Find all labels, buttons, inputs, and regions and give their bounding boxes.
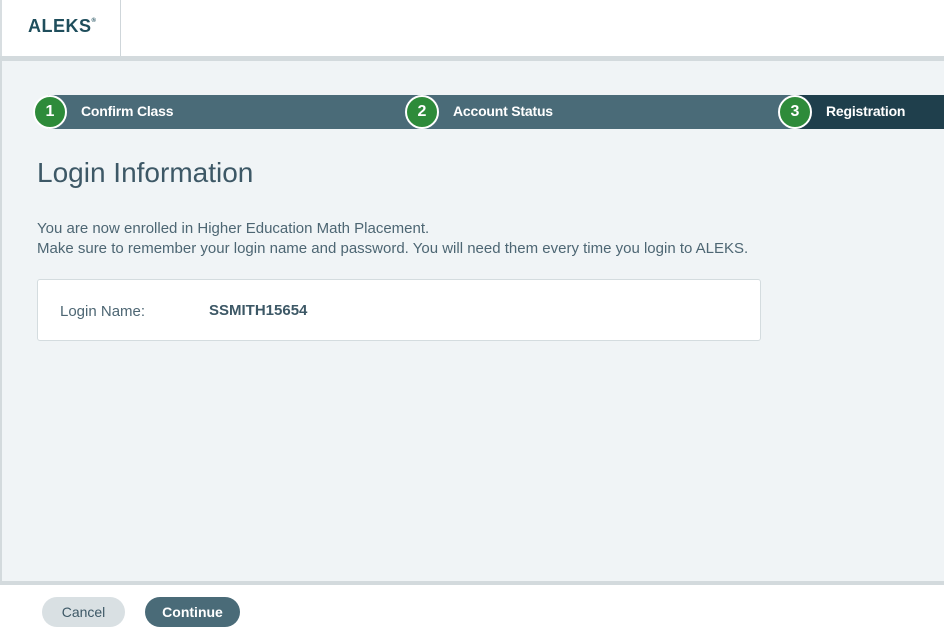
step-2-label: Account Status [453, 103, 553, 119]
cancel-button[interactable]: Cancel [42, 597, 125, 627]
enrollment-message: You are now enrolled in Higher Education… [37, 220, 430, 237]
remember-login-message: Make sure to remember your login name an… [37, 240, 749, 257]
top-header: ALEKS® [0, 0, 944, 56]
logo-container[interactable]: ALEKS® [0, 0, 121, 56]
step-3-label: Registration [826, 103, 906, 119]
step-3-number: 3 [778, 95, 812, 129]
login-name-value: SSMITH15654 [209, 302, 308, 319]
step-1-label: Confirm Class [81, 103, 174, 119]
login-name-label: Login Name: [60, 303, 146, 320]
aleks-logo[interactable]: ALEKS® [28, 16, 96, 37]
step-1-number: 1 [33, 95, 67, 129]
step-2-number: 2 [405, 95, 439, 129]
footer-bar [0, 585, 944, 635]
page-title: Login Information [37, 157, 254, 188]
registered-mark: ® [91, 18, 97, 24]
login-info-card: Login Name: SSMITH15654 [37, 279, 761, 341]
continue-button[interactable]: Continue [145, 597, 240, 627]
